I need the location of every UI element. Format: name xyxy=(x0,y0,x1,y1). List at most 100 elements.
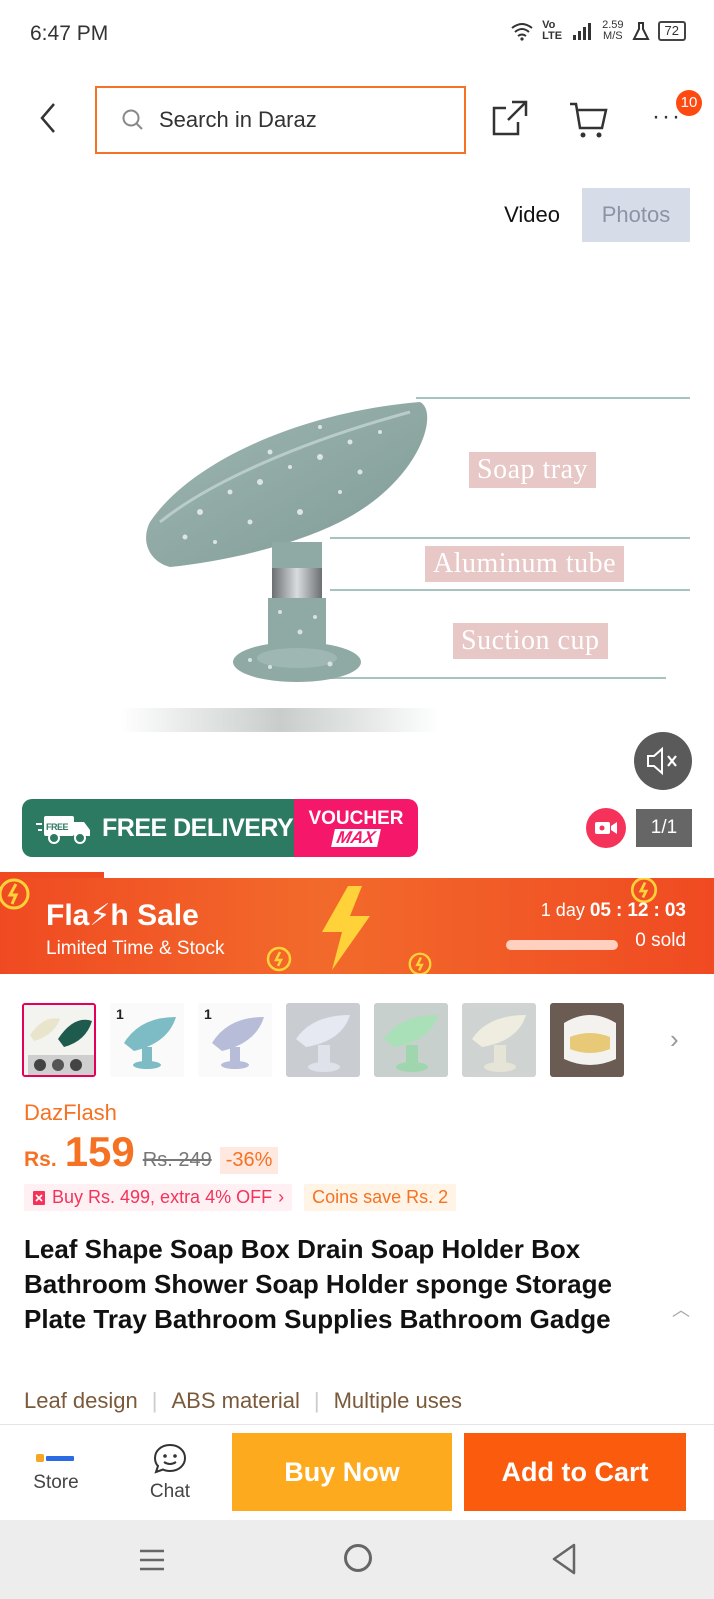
thumbnail-image xyxy=(462,1003,536,1077)
back-button[interactable] xyxy=(30,98,66,138)
store-button[interactable]: Store xyxy=(20,1425,92,1521)
callout-aluminum-tube: Aluminum tube xyxy=(425,546,625,582)
thumbnail-item[interactable] xyxy=(286,1003,360,1077)
promo-text: Buy Rs. 499, extra 4% OFF xyxy=(52,1187,273,1207)
status-time: 6:47 PM xyxy=(30,22,109,45)
svg-text:1: 1 xyxy=(204,1006,212,1022)
store-logo-icon xyxy=(36,1454,74,1462)
flash-sale-title: Fla⚡h Sale xyxy=(46,899,199,932)
free-delivery-label: FREE FREE DELIVERY xyxy=(22,799,294,857)
battery-indicator: 72 xyxy=(657,21,686,41)
thumbnail-image xyxy=(286,1003,360,1077)
thumbnail-image xyxy=(550,1003,624,1077)
cart-icon xyxy=(570,102,608,138)
collapse-chevron-icon[interactable]: ︿ xyxy=(672,1296,690,1322)
back-arrow-icon xyxy=(40,103,55,133)
feature-tag: Leaf design xyxy=(24,1388,138,1413)
more-button[interactable]: ··· 10 xyxy=(648,90,702,142)
delivery-truck-icon: FREE xyxy=(36,816,90,844)
current-price: 159 xyxy=(64,1128,135,1175)
thumbnail-strip: 1 1 xyxy=(22,1000,702,1080)
free-delivery-voucher-banner: FREE FREE DELIVERY VOUCHER MAX xyxy=(22,799,418,857)
countdown-seconds: 03 xyxy=(664,900,686,921)
video-camera-icon xyxy=(595,822,617,834)
thumbnail-item[interactable]: 1 xyxy=(110,1003,184,1077)
voucher-max-text: MAX xyxy=(331,828,381,847)
thumbnail-image: 1 xyxy=(198,1003,272,1077)
product-title: Leaf Shape Soap Box Drain Soap Holder Bo… xyxy=(24,1234,612,1334)
flash-sale-subtitle: Limited Time & Stock xyxy=(46,938,225,959)
discount-badge: -36% xyxy=(219,1147,279,1174)
speed-unit: M/S xyxy=(603,30,623,42)
thumbnail-image xyxy=(24,1005,94,1075)
price-row: Rs. 159 Rs. 249 -36% xyxy=(24,1128,279,1176)
thumbnail-item[interactable] xyxy=(462,1003,536,1077)
feature-tags: Leaf design | ABS material | Multiple us… xyxy=(24,1388,462,1414)
coins-save-badge: Coins save Rs. 2 xyxy=(304,1184,457,1211)
chat-button[interactable]: Chat xyxy=(134,1425,206,1521)
search-input[interactable]: Search in Daraz xyxy=(95,86,466,154)
bottom-action-bar: Store Chat Buy Now Add to Cart xyxy=(0,1424,714,1520)
media-tabs: Video Photos xyxy=(482,188,690,242)
chat-icon xyxy=(153,1443,187,1474)
cart-button[interactable] xyxy=(568,100,612,144)
search-icon xyxy=(122,109,143,130)
add-to-cart-button[interactable]: Add to Cart xyxy=(464,1433,686,1511)
feature-tag: ABS material xyxy=(171,1388,300,1413)
flash-sale-banner[interactable]: Fla⚡h Sale Limited Time & Stock 1 day 05… xyxy=(0,878,714,974)
flash-clock-icon-small xyxy=(266,946,292,972)
notification-badge: 10 xyxy=(676,90,702,116)
share-icon xyxy=(492,100,528,136)
flask-icon xyxy=(631,22,650,40)
mute-button[interactable] xyxy=(634,732,692,790)
tab-photos[interactable]: Photos xyxy=(582,188,690,242)
feature-divider: | xyxy=(313,1388,320,1413)
status-bar: 6:47 PM Vo LTE 2.59 M/S 72 xyxy=(0,0,714,68)
system-back-icon[interactable] xyxy=(548,1542,580,1576)
store-label: Store xyxy=(33,1472,79,1493)
countdown-minutes: 12 xyxy=(627,900,649,921)
promo-voucher-button[interactable]: Buy Rs. 499, extra 4% OFF › xyxy=(24,1184,293,1211)
video-camera-button[interactable] xyxy=(586,808,626,848)
svg-text:1: 1 xyxy=(116,1006,124,1022)
feature-divider: | xyxy=(151,1388,158,1413)
more-icon: ··· xyxy=(652,103,682,130)
free-delivery-text: FREE DELIVERY xyxy=(102,813,294,842)
tab-video[interactable]: Video xyxy=(482,188,582,242)
signal-icon xyxy=(573,23,592,40)
speaker-muted-icon xyxy=(647,746,677,776)
chat-label: Chat xyxy=(149,1481,191,1502)
callout-soap-tray: Soap tray xyxy=(469,452,597,488)
free-tag-text: FREE xyxy=(46,822,69,832)
thumbnail-item[interactable]: 1 xyxy=(198,1003,272,1077)
status-icons: Vo LTE 2.59 M/S 72 xyxy=(510,20,686,42)
home-icon[interactable] xyxy=(344,1544,372,1572)
thumbnail-item[interactable] xyxy=(374,1003,448,1077)
thumbnail-image xyxy=(374,1003,448,1077)
feature-tag: Multiple uses xyxy=(333,1388,462,1413)
share-button[interactable] xyxy=(490,98,534,142)
promo-row: Buy Rs. 499, extra 4% OFF › Coins save R… xyxy=(24,1184,457,1211)
thumbnail-next-chevron-icon[interactable]: › xyxy=(670,1024,679,1055)
flash-clock-icon xyxy=(0,878,30,910)
image-page-indicator: 1/1 xyxy=(636,809,692,847)
search-placeholder: Search in Daraz xyxy=(159,107,317,132)
sold-count: 0 sold xyxy=(635,930,686,951)
campaign-label: DazFlash xyxy=(24,1100,117,1125)
thumbnail-item[interactable] xyxy=(550,1003,624,1077)
recent-apps-icon[interactable] xyxy=(136,1544,168,1576)
promo-chevron-icon: › xyxy=(278,1187,285,1207)
product-media-gallery[interactable]: Video Photos Soap tray Aluminum tube Suc… xyxy=(0,172,714,872)
price-currency: Rs. xyxy=(24,1148,57,1171)
voucher-icon xyxy=(33,1190,45,1205)
lightning-bolt-icon xyxy=(322,886,370,970)
speed-readout: 2.59 M/S xyxy=(602,20,623,42)
buy-now-button[interactable]: Buy Now xyxy=(232,1433,452,1511)
callout-suction-cup: Suction cup xyxy=(453,623,608,659)
thumbnail-image: 1 xyxy=(110,1003,184,1077)
flash-sale-countdown: 1 day 05 : 12 : 03 xyxy=(540,900,686,921)
thumbnail-item[interactable] xyxy=(22,1003,96,1077)
countdown-days: 1 day xyxy=(540,900,585,920)
flash-clock-icon-mid xyxy=(408,952,432,974)
voucher-max-label: VOUCHER MAX xyxy=(294,799,418,857)
